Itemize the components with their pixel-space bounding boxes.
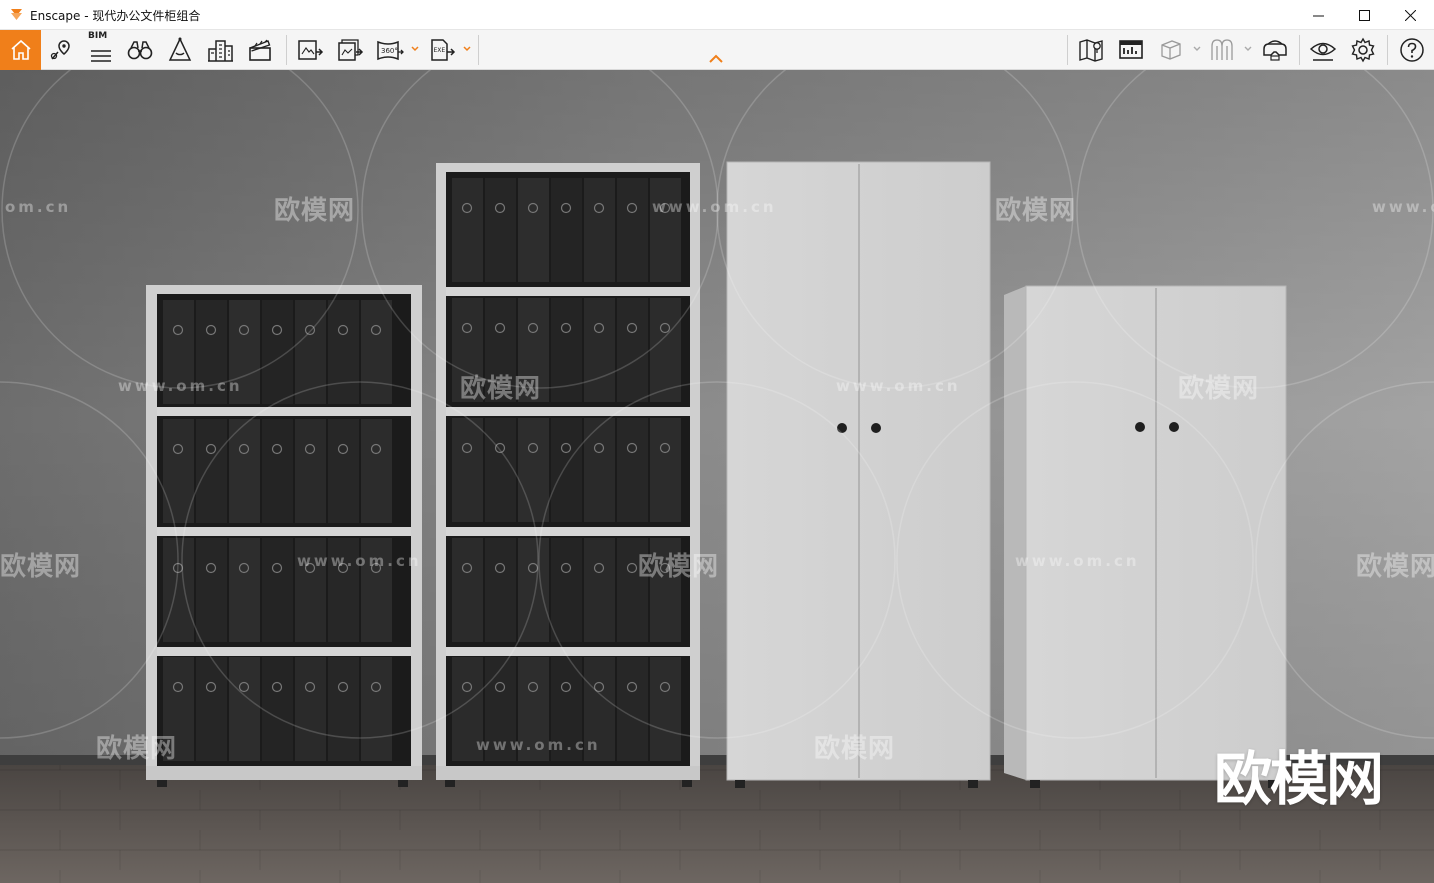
watermark-logo: 欧模网	[1356, 552, 1434, 582]
watermark-url: om.cn	[5, 198, 72, 216]
main-toolbar: BIM 360° EXE	[0, 30, 1434, 70]
watermark-logo: 欧模网	[0, 552, 82, 582]
watermark-logo: 欧模网	[1178, 374, 1260, 404]
export-exe-icon: EXE	[431, 39, 456, 61]
toolbar-separator	[286, 35, 287, 65]
render-image-icon	[298, 40, 324, 60]
render-image-button[interactable]	[294, 34, 326, 66]
closed-cabinet-short	[1004, 285, 1287, 788]
toolbar-separator	[1067, 35, 1068, 65]
batch-render-icon	[338, 39, 364, 61]
asset-library-button[interactable]	[1206, 34, 1238, 66]
watermark-logo: 欧模网	[638, 552, 720, 582]
batch-render-button[interactable]	[334, 34, 366, 66]
render-viewport[interactable]: om.cn 欧模网 www.om.cn 欧模网 www.om.cn www.om…	[0, 70, 1434, 883]
open-shelf-tall	[436, 163, 700, 787]
visual-settings-icon	[1309, 42, 1337, 61]
perspective-button[interactable]	[164, 34, 196, 66]
open-shelf-short	[146, 285, 422, 787]
help-icon	[1400, 38, 1424, 62]
toolbar-separator	[1299, 35, 1300, 65]
closed-cabinet-tall	[726, 161, 991, 788]
chevron-down-icon[interactable]	[462, 44, 472, 54]
enscape-logo-icon	[11, 9, 22, 20]
watermark-url: www.om.cn	[1372, 198, 1434, 216]
home-icon	[10, 39, 31, 60]
export-exe-button[interactable]: EXE	[426, 34, 458, 66]
brand-watermark: 欧模网	[1213, 745, 1384, 813]
vr-headset-button[interactable]	[1259, 34, 1291, 66]
watermark-url: www.om.cn	[118, 377, 243, 395]
chevron-down-icon[interactable]	[410, 44, 420, 54]
title-bar: Enscape - 现代办公文件柜组合	[0, 0, 1434, 30]
screenshot-settings-icon	[1119, 40, 1143, 59]
svg-text:EXE: EXE	[434, 47, 446, 54]
watermark-logo: 欧模网	[274, 196, 356, 226]
window-title: Enscape - 现代办公文件柜组合	[30, 9, 201, 23]
svg-text:360°: 360°	[381, 47, 398, 55]
collapse-chevron-up-icon[interactable]	[707, 52, 725, 66]
minimize-button[interactable]	[1295, 0, 1341, 30]
home-button[interactable]	[0, 30, 41, 70]
maximize-button[interactable]	[1341, 0, 1387, 30]
help-button[interactable]	[1396, 34, 1428, 66]
panorama-360-icon: 360°	[377, 40, 404, 61]
binoculars-button[interactable]	[124, 34, 156, 66]
watermark-url: www.om.cn	[652, 198, 777, 216]
map-icon	[1079, 39, 1103, 62]
location-pin-icon	[50, 40, 70, 60]
asset-library-icon	[1211, 39, 1233, 60]
watermark-logo: 欧模网	[995, 196, 1077, 226]
screenshot-settings-button[interactable]	[1115, 34, 1147, 66]
cube-view-icon	[1161, 40, 1181, 60]
clapperboard-icon	[249, 39, 271, 61]
map-button[interactable]	[1075, 34, 1107, 66]
chevron-down-icon[interactable]	[1192, 44, 1202, 54]
settings-button[interactable]	[1347, 34, 1379, 66]
watermark-url: www.om.cn	[1015, 552, 1140, 570]
watermark-url: www.om.cn	[836, 377, 961, 395]
watermark-url: www.om.cn	[476, 736, 601, 754]
chevron-down-icon[interactable]	[1243, 44, 1253, 54]
minimize-icon	[1312, 15, 1324, 16]
maximize-icon	[1358, 9, 1370, 21]
toolbar-separator	[478, 35, 479, 65]
close-button[interactable]	[1387, 0, 1433, 30]
settings-gear-icon	[1351, 37, 1375, 63]
video-editor-button[interactable]	[244, 34, 276, 66]
buildings-button[interactable]	[204, 34, 236, 66]
watermark-logo: 欧模网	[460, 374, 542, 404]
buildings-icon	[208, 40, 233, 62]
close-icon	[1404, 9, 1416, 21]
binoculars-icon	[127, 41, 153, 60]
vr-headset-icon	[1263, 40, 1287, 61]
watermark-url: www.om.cn	[297, 552, 422, 570]
panorama-button[interactable]: 360°	[374, 34, 406, 66]
location-button[interactable]	[45, 34, 77, 66]
cube-view-button[interactable]	[1155, 34, 1187, 66]
bim-list-icon	[91, 50, 111, 62]
perspective-icon	[168, 37, 192, 61]
watermark-logo: 欧模网	[96, 734, 178, 764]
watermark-logo: 欧模网	[814, 734, 896, 764]
bim-button[interactable]	[84, 34, 116, 66]
visual-settings-button[interactable]	[1307, 34, 1339, 66]
toolbar-separator	[1387, 35, 1388, 65]
